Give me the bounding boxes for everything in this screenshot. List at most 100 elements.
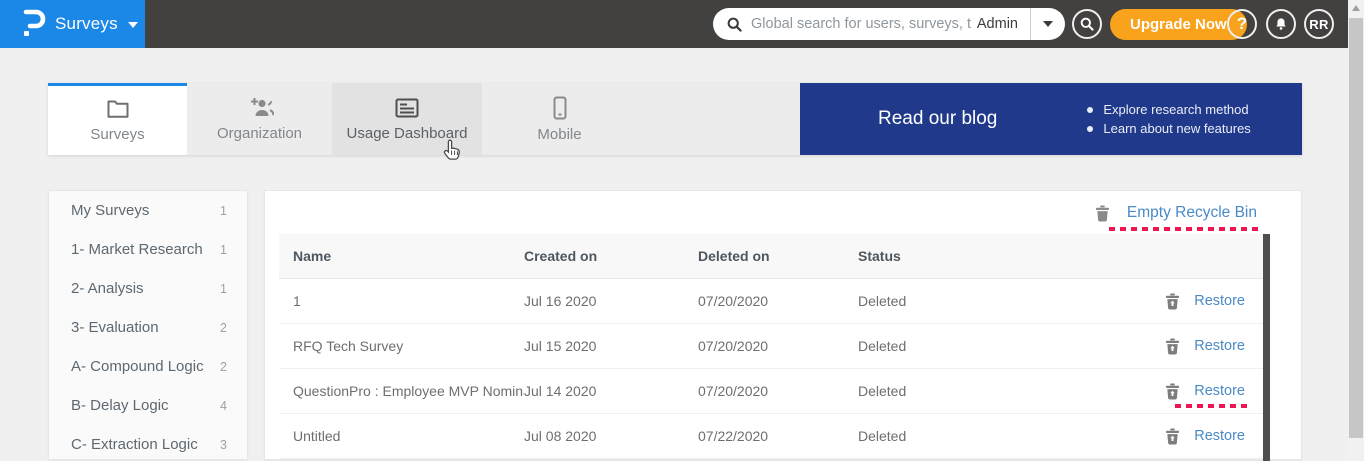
tab-usage-dashboard[interactable]: Usage Dashboard — [332, 83, 482, 155]
search-submit-button[interactable] — [1072, 9, 1102, 39]
folder-count: 1 — [220, 243, 227, 257]
deleted-on: 07/22/2020 — [698, 428, 858, 444]
folder-count: 3 — [220, 438, 227, 452]
scroll-up-arrow-icon[interactable] — [1352, 5, 1360, 11]
status: Deleted — [858, 338, 1095, 354]
tab-label: Organization — [217, 125, 302, 142]
tab-label: Usage Dashboard — [347, 125, 468, 142]
table-row: Untitled Jul 08 2020 07/22/2020 Deleted … — [279, 414, 1263, 459]
table-header-row: Name Created on Deleted on Status — [279, 234, 1263, 279]
restore-button[interactable]: Restore — [1095, 338, 1245, 355]
brand-menu[interactable]: Surveys — [0, 0, 145, 48]
page-scrollbar[interactable] — [1348, 0, 1364, 460]
search-icon — [726, 16, 743, 33]
folder-count: 1 — [220, 204, 227, 218]
tab-strip: Surveys Organization Usage Dashboard Mob… — [48, 83, 1302, 155]
sidebar-item-compound-logic[interactable]: A- Compound Logic 2 — [49, 347, 247, 386]
notifications-button[interactable] — [1266, 9, 1296, 39]
recycle-bin-panel: Empty Recycle Bin Name Created on Delete… — [264, 190, 1302, 460]
banner-bullet: Learn about new features — [1087, 121, 1250, 136]
smartphone-icon — [552, 96, 568, 120]
annotation-underline — [1109, 227, 1259, 231]
tab-surveys[interactable]: Surveys — [48, 83, 187, 155]
deleted-surveys-table: Name Created on Deleted on Status 1 Jul … — [279, 234, 1263, 459]
folder-icon — [106, 98, 130, 120]
sidebar-item-market-research[interactable]: 1- Market Research 1 — [49, 230, 247, 269]
status: Deleted — [858, 428, 1095, 444]
search-scope-label[interactable]: Admin — [977, 16, 1030, 32]
restore-label: Restore — [1194, 293, 1245, 309]
tab-strip-filler — [637, 83, 800, 155]
question-mark-icon: ? — [1237, 14, 1247, 34]
restore-label: Restore — [1194, 383, 1245, 399]
banner-title: Read our blog — [878, 108, 997, 130]
table-row: RFQ Tech Survey Jul 15 2020 07/20/2020 D… — [279, 324, 1263, 369]
table-scrollbar[interactable] — [1263, 234, 1270, 461]
help-button[interactable]: ? — [1227, 9, 1257, 39]
survey-folders-sidebar: My Surveys 1 1- Market Research 1 2- Ana… — [48, 190, 248, 460]
sidebar-item-my-surveys[interactable]: My Surveys 1 — [49, 191, 247, 230]
empty-recycle-bin-label: Empty Recycle Bin — [1127, 204, 1257, 222]
global-search-bar[interactable]: Admin — [713, 8, 1065, 40]
app-title: Surveys — [55, 14, 118, 34]
search-icon — [1079, 16, 1095, 32]
restore-label: Restore — [1194, 428, 1245, 444]
search-scope-dropdown[interactable] — [1031, 8, 1065, 40]
survey-name: 1 — [293, 293, 524, 309]
column-header-status: Status — [858, 248, 1095, 264]
folder-count: 2 — [220, 321, 227, 335]
survey-name: RFQ Tech Survey — [293, 338, 524, 354]
chevron-down-icon — [128, 22, 138, 28]
survey-name: Untitled — [293, 428, 524, 444]
status: Deleted — [858, 293, 1095, 309]
table-row: QuestionPro : Employee MVP Nomination Ju… — [279, 369, 1263, 414]
annotation-underline — [1175, 404, 1249, 408]
tab-label: Surveys — [90, 126, 144, 143]
topbar: Surveys Admin Upgrade Now ? RR — [0, 0, 1364, 48]
created-on: Jul 08 2020 — [524, 428, 698, 444]
scrollbar-thumb[interactable] — [1349, 18, 1363, 438]
sidebar-item-evaluation[interactable]: 3- Evaluation 2 — [49, 308, 247, 347]
tab-mobile[interactable]: Mobile — [482, 83, 637, 155]
dashboard-card-icon — [394, 97, 420, 119]
restore-button[interactable]: Restore — [1095, 428, 1245, 445]
column-header-name: Name — [293, 248, 524, 264]
restore-trash-icon — [1165, 383, 1180, 400]
restore-trash-icon — [1165, 338, 1180, 355]
restore-trash-icon — [1165, 428, 1180, 445]
bullet-icon — [1087, 126, 1093, 132]
banner-bullet: Explore research method — [1087, 102, 1250, 117]
folder-count: 4 — [220, 399, 227, 413]
bell-icon — [1273, 16, 1289, 32]
restore-button[interactable]: Restore — [1095, 293, 1245, 310]
restore-trash-icon — [1165, 293, 1180, 310]
blog-banner[interactable]: Read our blog Explore research method Le… — [800, 83, 1302, 155]
table-row: 1 Jul 16 2020 07/20/2020 Deleted Restore — [279, 279, 1263, 324]
avatar-initials: RR — [1309, 17, 1328, 32]
deleted-on: 07/20/2020 — [698, 383, 858, 399]
sidebar-item-delay-logic[interactable]: B- Delay Logic 4 — [49, 386, 247, 425]
restore-label: Restore — [1194, 338, 1245, 354]
bullet-icon — [1087, 107, 1093, 113]
avatar[interactable]: RR — [1304, 9, 1334, 39]
folder-count: 2 — [220, 360, 227, 374]
sidebar-item-extraction-logic[interactable]: C- Extraction Logic 3 — [49, 425, 247, 460]
questionpro-logo-icon — [20, 9, 46, 39]
created-on: Jul 14 2020 — [524, 383, 698, 399]
folder-count: 1 — [220, 282, 227, 296]
search-input[interactable] — [743, 16, 977, 32]
column-header-created: Created on — [524, 248, 698, 264]
person-add-icon — [246, 97, 274, 119]
sidebar-item-analysis[interactable]: 2- Analysis 1 — [49, 269, 247, 308]
created-on: Jul 16 2020 — [524, 293, 698, 309]
banner-bullet-list: Explore research method Learn about new … — [1087, 98, 1250, 140]
restore-button[interactable]: Restore — [1095, 383, 1245, 400]
deleted-on: 07/20/2020 — [698, 338, 858, 354]
trash-icon — [1095, 205, 1110, 222]
created-on: Jul 15 2020 — [524, 338, 698, 354]
tab-label: Mobile — [537, 126, 581, 143]
status: Deleted — [858, 383, 1095, 399]
tab-organization[interactable]: Organization — [187, 83, 332, 155]
empty-recycle-bin-button[interactable]: Empty Recycle Bin — [1095, 197, 1257, 229]
survey-name: QuestionPro : Employee MVP Nomination — [293, 383, 524, 399]
